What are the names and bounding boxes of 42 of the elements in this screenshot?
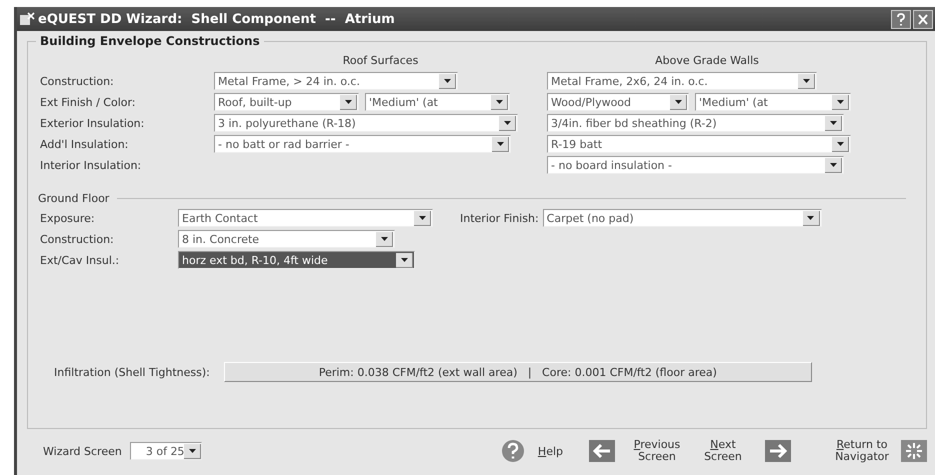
field-label: Wizard Screen	[43, 444, 122, 458]
section-title: Ground Floor	[38, 192, 110, 205]
dropdown[interactable]: 3/4in. fiber bd sheathing (R-2)	[547, 114, 844, 132]
dropdown[interactable]: Metal Frame, > 24 in. o.c.	[214, 72, 458, 90]
dropdown[interactable]: 3 in. polyurethane (R-18)	[214, 114, 518, 132]
field-label: Construction:	[40, 232, 115, 246]
return-to-navigator-button[interactable]: Return to Navigator	[829, 439, 895, 463]
field-label: Construction:	[40, 74, 115, 88]
field-label: Add'l Insulation:	[40, 138, 130, 150]
dropdown[interactable]: Earth Contact	[178, 209, 433, 227]
field-label: Infiltration (Shell Tightness):	[54, 366, 210, 378]
help-button[interactable]: Help	[538, 444, 563, 458]
dropdown[interactable]: horz ext bd, R-10, 4ft wide	[178, 251, 415, 269]
infiltration-button[interactable]: Perim: 0.038 CFM/ft2 (ext wall area) | Core: 0.001 CFM/ft2 (floor area)	[224, 362, 812, 382]
screen-dropdown[interactable]: 3 of 25	[130, 442, 202, 460]
dropdown[interactable]: Wood/Plywood	[547, 93, 689, 111]
column-header: Roof Surfaces	[342, 54, 420, 69]
help-icon[interactable]	[891, 10, 911, 28]
field-label: Interior Finish:	[460, 212, 539, 224]
previous-screen-button[interactable]: Previous Screen	[627, 439, 687, 463]
dropdown[interactable]: Roof, built-up	[214, 93, 359, 111]
column-header: Above Grade Walls	[654, 54, 760, 69]
asterisk-icon[interactable]	[901, 440, 927, 462]
field-label: Exterior Insulation:	[40, 116, 146, 130]
dropdown[interactable]: 8 in. Concrete	[178, 230, 395, 248]
close-icon[interactable]	[913, 10, 933, 28]
window-title: eQUEST DD Wizard: Shell Component -- Atrium	[38, 12, 395, 26]
app-icon	[19, 12, 35, 26]
help-icon[interactable]	[500, 439, 526, 463]
dropdown[interactable]: - no batt or rad barrier -	[214, 135, 511, 153]
field-label: Ext/Cav Insul.:	[40, 254, 120, 266]
group-title: Building Envelope Constructions	[36, 34, 264, 48]
field-label: Interior Insulation:	[40, 158, 142, 172]
dropdown[interactable]: Metal Frame, 2x6, 24 in. o.c.	[547, 72, 817, 90]
dropdown[interactable]: - no board insulation -	[547, 156, 844, 174]
dropdown[interactable]: 'Medium' (at	[695, 93, 851, 111]
field-label: Exposure:	[40, 212, 96, 224]
dropdown[interactable]: 'Medium' (at	[365, 93, 510, 111]
field-label: Ext Finish / Color:	[40, 96, 137, 108]
dropdown[interactable]: R-19 batt	[547, 135, 851, 153]
dropdown[interactable]: Carpet (no pad)	[542, 209, 822, 227]
next-screen-button[interactable]: Next Screen	[693, 439, 753, 463]
